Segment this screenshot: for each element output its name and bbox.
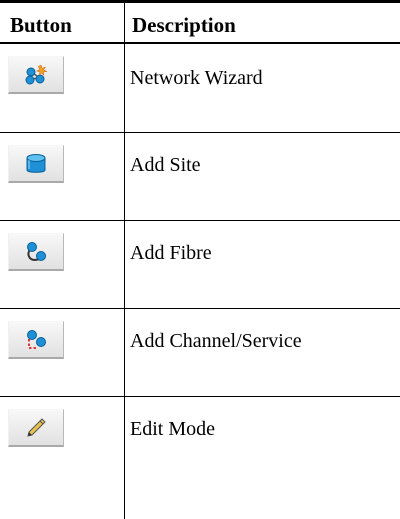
edit-mode-button[interactable] — [8, 409, 64, 447]
table-row: Network Wizard — [0, 44, 400, 133]
table-header-row: Button Description — [0, 0, 400, 44]
table-row: Add Channel/Service — [0, 309, 400, 397]
network-wizard-icon — [25, 64, 48, 84]
row-description: Add Site — [130, 154, 201, 176]
add-channel-service-button[interactable] — [8, 321, 64, 359]
add-fibre-icon — [27, 241, 46, 261]
add-site-icon — [26, 153, 46, 173]
row-description: Add Fibre — [130, 242, 212, 264]
table-row: Add Site — [0, 133, 400, 221]
edit-mode-icon — [27, 417, 46, 437]
row-description: Network Wizard — [130, 67, 263, 89]
button-description-table: Button Description Network Wizard Add Si… — [0, 0, 400, 519]
add-fibre-button[interactable] — [8, 233, 64, 271]
table-top-rule — [0, 0, 400, 3]
add-channel-service-icon — [27, 329, 46, 349]
row-description: Add Channel/Service — [130, 330, 302, 352]
header-button: Button — [10, 13, 72, 37]
table-row: Edit Mode — [0, 397, 400, 519]
header-description: Description — [132, 13, 236, 37]
add-site-button[interactable] — [8, 145, 64, 183]
table-row: Add Fibre — [0, 221, 400, 309]
row-description: Edit Mode — [130, 418, 215, 440]
network-wizard-button[interactable] — [8, 56, 64, 94]
